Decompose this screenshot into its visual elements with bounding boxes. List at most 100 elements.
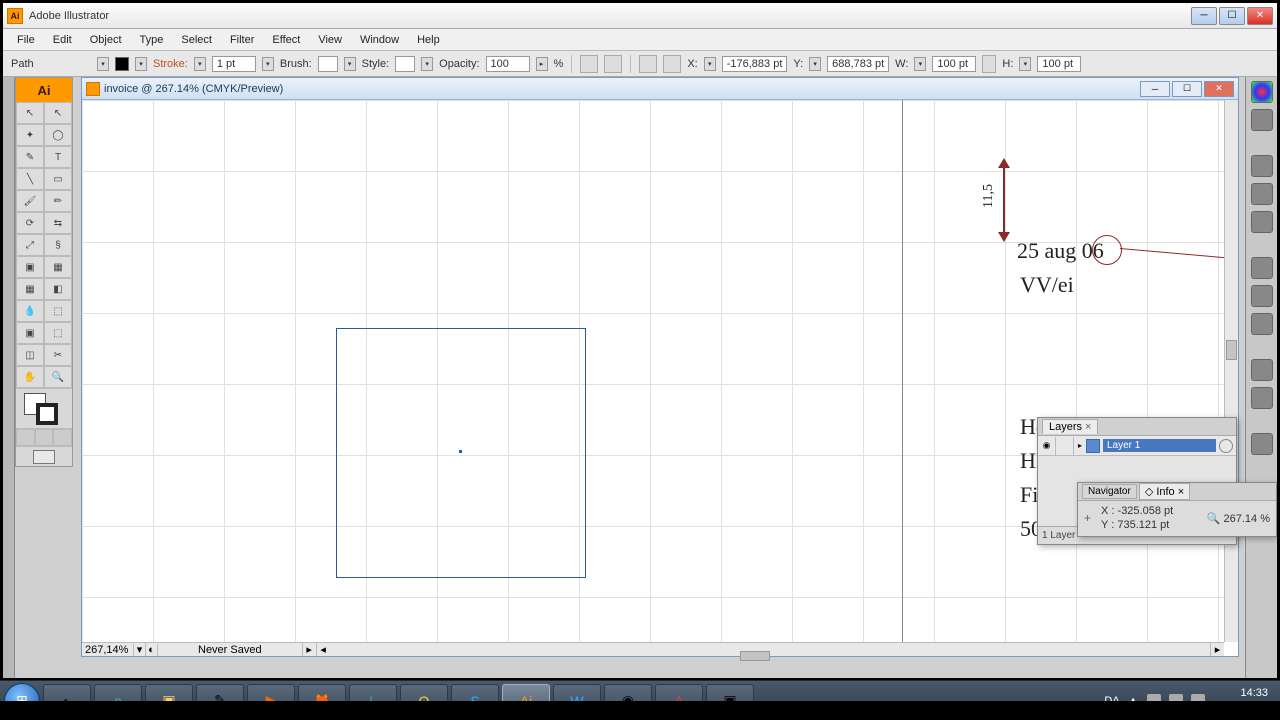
layer-row[interactable]: ◉ ▸ Layer 1 (1038, 436, 1236, 456)
reflect-tool[interactable]: ⇆ (44, 212, 72, 234)
transform-icon[interactable] (663, 55, 681, 73)
guide-panel-icon[interactable] (1251, 109, 1273, 131)
menu-view[interactable]: View (310, 32, 350, 48)
menu-select[interactable]: Select (173, 32, 220, 48)
fill-dropdown[interactable]: ▾ (135, 57, 147, 71)
window-close-button[interactable]: ✕ (1247, 7, 1273, 25)
window-minimize-button[interactable]: ─ (1191, 7, 1217, 25)
menu-edit[interactable]: Edit (45, 32, 80, 48)
layer-target-icon[interactable] (1219, 439, 1233, 453)
brush-field[interactable] (318, 56, 338, 72)
h-stepper[interactable]: ▾ (1019, 57, 1031, 71)
menu-object[interactable]: Object (82, 32, 130, 48)
direct-selection-tool[interactable]: ↖ (44, 102, 72, 124)
zoom-field[interactable]: 267,14% (82, 644, 134, 656)
layers-tab-close-icon[interactable]: × (1085, 421, 1091, 433)
y-stepper[interactable]: ▾ (809, 57, 821, 71)
doc-maximize-button[interactable]: ☐ (1172, 81, 1202, 97)
rectangle-tool[interactable]: ▭ (44, 168, 72, 190)
h-field[interactable]: 100 pt (1037, 56, 1081, 72)
hand-tool[interactable]: ✋ (16, 366, 44, 388)
mesh-tool[interactable]: ▦ (16, 278, 44, 300)
menu-window[interactable]: Window (352, 32, 407, 48)
w-stepper[interactable]: ▾ (914, 57, 926, 71)
type-tool[interactable]: T (44, 146, 72, 168)
gradient-mode-button[interactable] (35, 429, 54, 446)
paintbrush-tool[interactable]: 🖌 (16, 190, 44, 212)
canvas[interactable]: 11,5 25 aug 06 VV/ei He HI Fi 50 (82, 100, 1224, 642)
layers-panel-icon[interactable] (1251, 433, 1273, 455)
live-paint-tool[interactable]: ▣ (16, 322, 44, 344)
swatches-panel-icon[interactable] (1251, 155, 1273, 177)
anchor-dropdown[interactable]: ▾ (97, 57, 109, 71)
wand-icon[interactable] (580, 55, 598, 73)
status-next[interactable]: ▸ (302, 643, 316, 656)
document-header[interactable]: invoice @ 267.14% (CMYK/Preview) ─ ☐ ✕ (82, 78, 1238, 100)
eyedropper-tool[interactable]: 💧 (16, 300, 44, 322)
hscroll-right[interactable]: ▸ (1210, 643, 1224, 656)
stroke-color[interactable] (36, 403, 58, 425)
align-icon[interactable] (639, 55, 657, 73)
appearance-panel-icon[interactable] (1251, 359, 1273, 381)
opacity-dropdown[interactable]: ▸ (536, 57, 548, 71)
w-field[interactable]: 100 pt (932, 56, 976, 72)
gradient-panel-icon[interactable] (1251, 285, 1273, 307)
blend-tool[interactable]: ⬚ (44, 300, 72, 322)
menu-file[interactable]: File (9, 32, 43, 48)
line-tool[interactable]: ╲ (16, 168, 44, 190)
fill-stroke-control[interactable] (16, 388, 72, 428)
x-field[interactable]: -176,883 pt (722, 56, 788, 72)
menu-type[interactable]: Type (132, 32, 172, 48)
free-transform-tool[interactable]: ▣ (16, 256, 44, 278)
hscroll-thumb[interactable] (740, 651, 770, 661)
layer-visibility-icon[interactable]: ◉ (1038, 437, 1056, 455)
none-mode-button[interactable] (53, 429, 72, 446)
recolor-icon[interactable] (604, 55, 622, 73)
status-icon[interactable]: ◐ (146, 644, 158, 656)
warp-tool[interactable]: § (44, 234, 72, 256)
dock-left[interactable] (3, 77, 15, 678)
brushes-panel-icon[interactable] (1251, 183, 1273, 205)
opacity-field[interactable]: 100 (486, 56, 530, 72)
doc-minimize-button[interactable]: ─ (1140, 81, 1170, 97)
styles-panel-icon[interactable] (1251, 387, 1273, 409)
stroke-stepper[interactable]: ▾ (194, 57, 206, 71)
graph-tool[interactable]: ▦ (44, 256, 72, 278)
menu-effect[interactable]: Effect (264, 32, 308, 48)
menu-filter[interactable]: Filter (222, 32, 262, 48)
crop-tool[interactable]: ⬚ (44, 322, 72, 344)
screen-mode-button[interactable] (33, 450, 55, 464)
color-panel-icon[interactable] (1251, 81, 1273, 103)
link-wh-icon[interactable] (982, 55, 996, 73)
selection-tool[interactable]: ↖ (16, 102, 44, 124)
rotate-tool[interactable]: ⟳ (16, 212, 44, 234)
eraser-tool[interactable]: ◫ (16, 344, 44, 366)
stroke-weight-dropdown[interactable]: ▾ (262, 57, 274, 71)
layers-tab[interactable]: Layers× (1042, 419, 1098, 434)
layer-name[interactable]: Layer 1 (1103, 439, 1216, 452)
info-panel[interactable]: Navigator ◇ Info × + X : -325.058 pt Y :… (1077, 482, 1277, 537)
pen-tool[interactable]: ✎ (16, 146, 44, 168)
menu-help[interactable]: Help (409, 32, 448, 48)
selected-rectangle[interactable] (336, 328, 586, 578)
info-tab-close-icon[interactable]: × (1175, 486, 1184, 498)
y-field[interactable]: 688,783 pt (827, 56, 889, 72)
stroke-panel-icon[interactable] (1251, 257, 1273, 279)
doc-close-button[interactable]: ✕ (1204, 81, 1234, 97)
symbols-panel-icon[interactable] (1251, 211, 1273, 233)
hscroll-left[interactable]: ◂ (316, 643, 330, 656)
scale-tool[interactable]: ⤢ (16, 234, 44, 256)
x-stepper[interactable]: ▾ (704, 57, 716, 71)
magic-wand-tool[interactable]: ✦ (16, 124, 44, 146)
scissors-tool[interactable]: ✂ (44, 344, 72, 366)
info-tab[interactable]: ◇ Info × (1139, 483, 1190, 500)
brush-dropdown[interactable]: ▾ (344, 57, 356, 71)
style-field[interactable] (395, 56, 415, 72)
layer-expand-icon[interactable]: ▸ (1074, 441, 1086, 450)
color-mode-button[interactable] (16, 429, 35, 446)
style-dropdown[interactable]: ▾ (421, 57, 433, 71)
pencil-tool[interactable]: ✏ (44, 190, 72, 212)
layer-lock-icon[interactable] (1056, 437, 1074, 455)
transparency-panel-icon[interactable] (1251, 313, 1273, 335)
lasso-tool[interactable]: ◯ (44, 124, 72, 146)
